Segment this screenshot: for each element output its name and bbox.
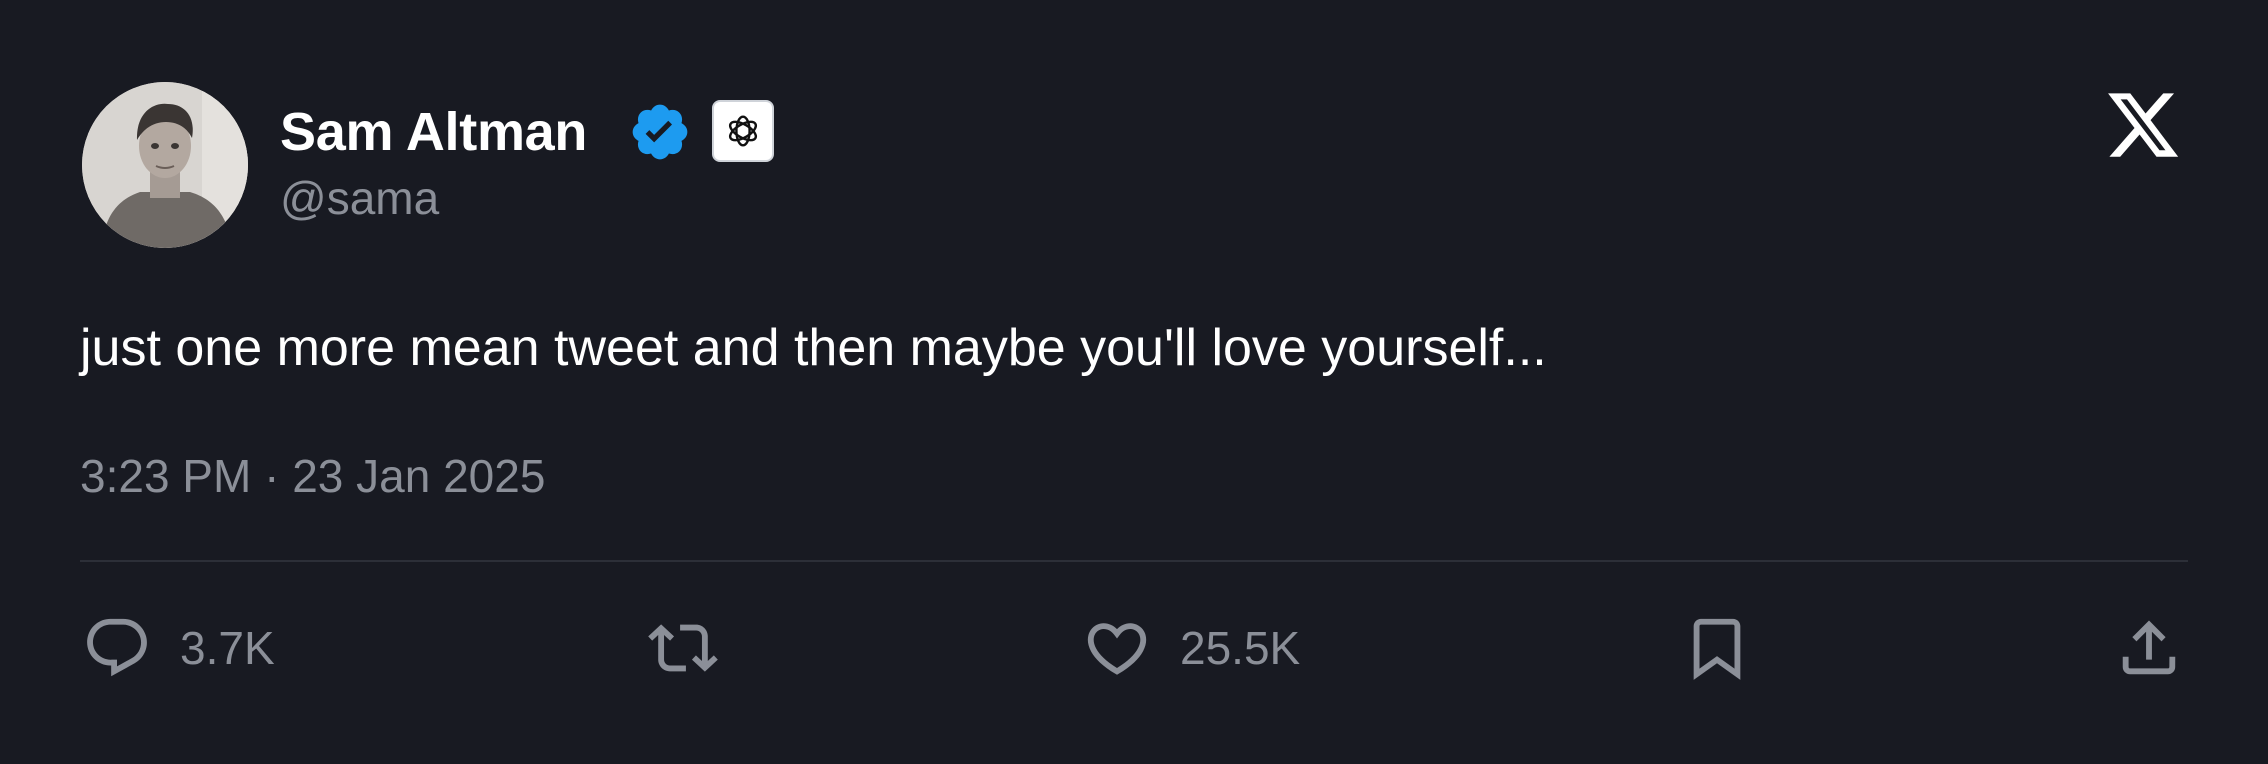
like-button[interactable]: 25.5K (1082, 612, 1300, 684)
reply-button[interactable]: 3.7K (82, 612, 275, 684)
divider (80, 560, 2188, 562)
tweet-text: just one more mean tweet and then maybe … (80, 319, 1547, 377)
author-handle[interactable]: @sama (280, 170, 439, 226)
affiliation-badge[interactable] (712, 100, 774, 162)
bookmark-button[interactable] (1682, 612, 1752, 684)
tweet-card: Sam Altman @sama just one more mean twee… (0, 0, 2268, 764)
share-button[interactable] (2114, 612, 2184, 684)
openai-logo-icon (728, 115, 758, 147)
avatar-photo (82, 82, 248, 248)
reply-icon (87, 618, 147, 677)
x-logo-icon[interactable] (2104, 86, 2182, 164)
reply-count: 3.7K (180, 622, 275, 674)
retweet-button[interactable] (648, 612, 718, 684)
avatar[interactable] (82, 82, 248, 248)
bookmark-icon (1693, 618, 1741, 680)
verified-badge-icon (632, 104, 688, 160)
heart-icon (1087, 623, 1147, 675)
author-name[interactable]: Sam Altman (280, 100, 587, 164)
retweet-icon (648, 624, 718, 672)
tweet-timestamp[interactable]: 3:23 PM · 23 Jan 2025 (80, 448, 545, 504)
like-count: 25.5K (1180, 622, 1301, 674)
share-icon (2122, 620, 2176, 675)
